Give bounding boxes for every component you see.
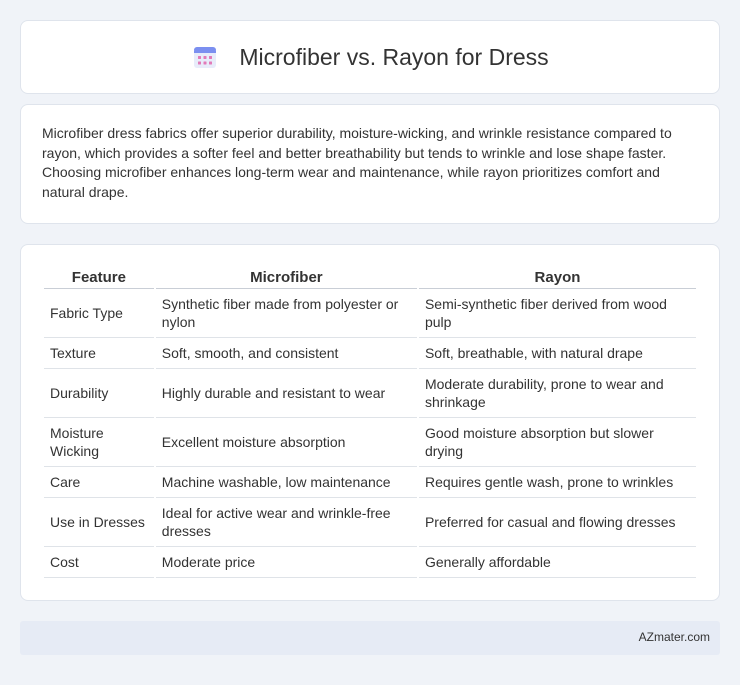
rayon-cell: Semi-synthetic fiber derived from wood p… [418,289,696,338]
table-row: Moisture Wicking Excellent moisture abso… [44,418,696,467]
rayon-cell: Preferred for casual and flowing dresses [418,498,696,547]
feature-cell: Cost [44,547,154,578]
feature-cell: Durability [44,369,154,418]
rayon-cell: Generally affordable [418,547,696,578]
table-header-row: Feature Microfiber Rayon [44,265,696,289]
header-rayon: Rayon [418,265,696,289]
microfiber-cell: Machine washable, low maintenance [155,467,417,498]
feature-cell: Care [44,467,154,498]
microfiber-cell: Highly durable and resistant to wear [155,369,417,418]
microfiber-cell: Excellent moisture absorption [155,418,417,467]
title-row: Microfiber vs. Rayon for Dress [21,21,719,93]
table-row: Care Machine washable, low maintenance R… [44,467,696,498]
rayon-cell: Requires gentle wash, prone to wrinkles [418,467,696,498]
title-card: Microfiber vs. Rayon for Dress [20,20,720,94]
table-row: Fabric Type Synthetic fiber made from po… [44,289,696,338]
header-microfiber: Microfiber [155,265,417,289]
table-row: Cost Moderate price Generally affordable [44,547,696,578]
feature-cell: Moisture Wicking [44,418,154,467]
comparison-table: Feature Microfiber Rayon Fabric Type Syn… [42,265,698,578]
table-row: Use in Dresses Ideal for active wear and… [44,498,696,547]
table-row: Durability Highly durable and resistant … [44,369,696,418]
feature-cell: Fabric Type [44,289,154,338]
summary-card: Microfiber dress fabrics offer superior … [20,104,720,224]
footer-bar: AZmater.com [20,621,720,655]
rayon-cell: Good moisture absorption but slower dryi… [418,418,696,467]
microfiber-cell: Synthetic fiber made from polyester or n… [155,289,417,338]
footer-source: AZmater.com [638,630,710,644]
calendar-icon [191,43,219,71]
microfiber-cell: Soft, smooth, and consistent [155,338,417,369]
rayon-cell: Moderate durability, prone to wear and s… [418,369,696,418]
summary-text: Microfiber dress fabrics offer superior … [42,125,672,200]
page-title: Microfiber vs. Rayon for Dress [239,43,549,70]
table-row: Texture Soft, smooth, and consistent Sof… [44,338,696,369]
microfiber-cell: Ideal for active wear and wrinkle-free d… [155,498,417,547]
comparison-table-card: Feature Microfiber Rayon Fabric Type Syn… [20,244,720,601]
rayon-cell: Soft, breathable, with natural drape [418,338,696,369]
feature-cell: Texture [44,338,154,369]
header-feature: Feature [44,265,154,289]
microfiber-cell: Moderate price [155,547,417,578]
feature-cell: Use in Dresses [44,498,154,547]
